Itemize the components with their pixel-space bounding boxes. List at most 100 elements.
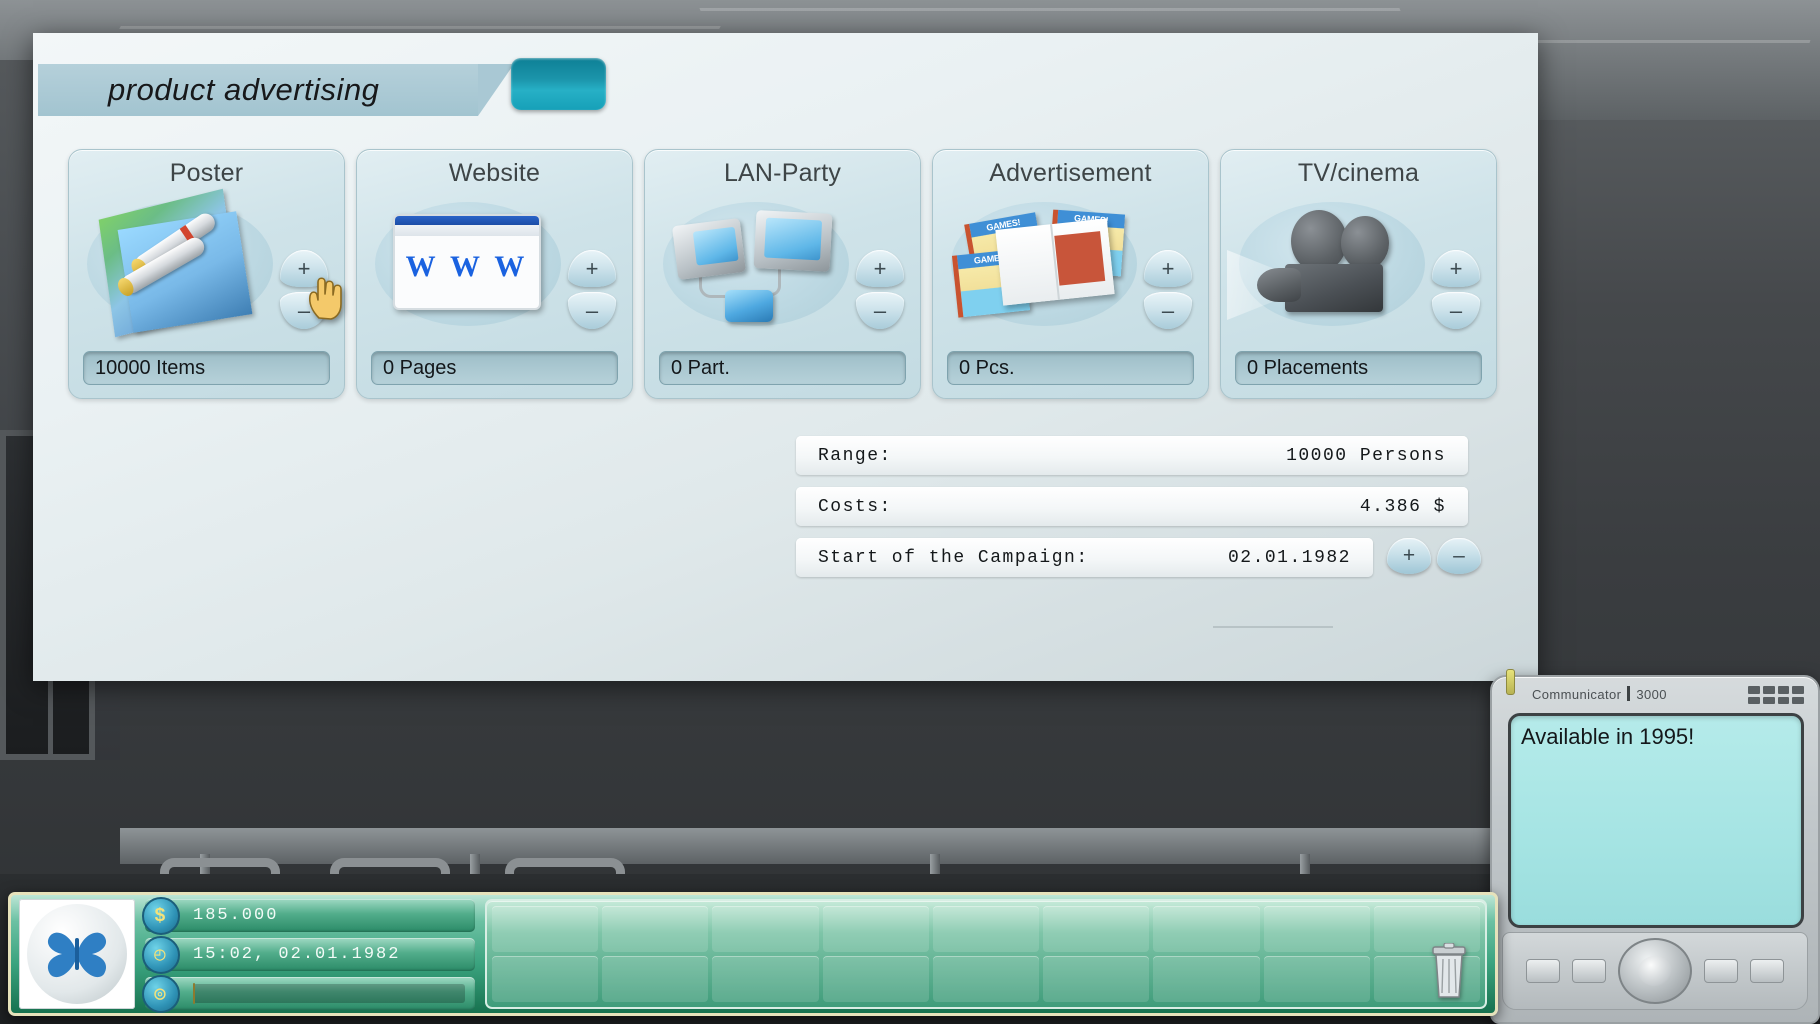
communicator-button-3[interactable]	[1704, 959, 1738, 983]
inventory-slot[interactable]	[712, 956, 818, 1002]
avatar[interactable]	[19, 899, 135, 1009]
card-value: 0 Part.	[659, 351, 906, 385]
card-value: 0 Pcs.	[947, 351, 1194, 385]
inventory-slot[interactable]	[933, 906, 1039, 952]
advertisement-steppers: + –	[1144, 250, 1192, 334]
page-title: product advertising	[108, 72, 379, 108]
lan-party-minus-button[interactable]: –	[856, 292, 904, 329]
campaign-date-minus-button[interactable]: –	[1437, 538, 1481, 574]
communicator-brand-text: Communicator	[1532, 687, 1621, 702]
advertising-options: Poster + – 10000 Items	[68, 149, 1498, 399]
magazine-ad-icon: GAMES! GAMES! GAMES!	[947, 194, 1137, 334]
inventory-slot[interactable]	[1043, 956, 1149, 1002]
inventory-slot[interactable]	[823, 956, 929, 1002]
tv-cinema-minus-button[interactable]: –	[1432, 292, 1480, 329]
lan-party-steppers: + –	[856, 250, 904, 334]
card-title: Poster	[69, 150, 344, 188]
communicator-message: Available in 1995!	[1521, 724, 1791, 750]
game-screen: product advertising Poster + –	[0, 0, 1820, 1024]
communicator-button-4[interactable]	[1750, 959, 1784, 983]
campaign-start-label: Start of the Campaign:	[818, 548, 1089, 568]
inventory-slot[interactable]	[712, 906, 818, 952]
teal-action-button[interactable]	[511, 58, 606, 110]
card-value: 0 Pages	[371, 351, 618, 385]
card-poster[interactable]: Poster + – 10000 Items	[68, 149, 345, 399]
inventory-slot[interactable]	[602, 906, 708, 952]
costs-row: Costs: 4.386 $	[796, 487, 1468, 526]
research-icon: ◎	[142, 975, 180, 1013]
communicator-dpad[interactable]	[1618, 938, 1692, 1004]
clock-icon: ◴	[142, 936, 180, 974]
card-value: 10000 Items	[83, 351, 330, 385]
inventory-slot[interactable]	[602, 956, 708, 1002]
inventory-panel[interactable]	[485, 899, 1487, 1009]
website-minus-button[interactable]: –	[568, 292, 616, 329]
panel-divider	[1213, 626, 1333, 628]
clock-stat: ◴ 15:02, 02.01.1982	[145, 938, 475, 971]
research-progress-stat: ◎	[145, 977, 475, 1010]
poster-icon	[83, 194, 273, 334]
card-lan-party[interactable]: LAN-Party + – 0 Part.	[644, 149, 921, 399]
communicator-model-text: 3000	[1636, 687, 1667, 702]
card-advertisement[interactable]: Advertisement GAMES! GAMES! GAMES! +	[932, 149, 1209, 399]
clock-value: 15:02, 02.01.1982	[193, 945, 400, 964]
progress-fill	[193, 983, 195, 1004]
office-plant	[1736, 140, 1820, 760]
inventory-slot[interactable]	[492, 906, 598, 952]
card-website[interactable]: Website W W W + – 0 Pages	[356, 149, 633, 399]
costs-value: 4.386 $	[1360, 497, 1446, 517]
communicator-keypad	[1502, 932, 1808, 1010]
website-www-icon: W W W	[371, 194, 561, 334]
communicator-screen[interactable]: Available in 1995!	[1508, 713, 1804, 928]
trash-can-icon[interactable]	[1427, 943, 1471, 999]
lan-party-icon	[659, 194, 849, 334]
costs-label: Costs:	[818, 497, 892, 517]
website-plus-button[interactable]: +	[568, 250, 616, 287]
lan-party-plus-button[interactable]: +	[856, 250, 904, 287]
inventory-slot[interactable]	[1264, 906, 1370, 952]
inventory-slot[interactable]	[1043, 906, 1149, 952]
range-row: Range: 10000 Persons	[796, 436, 1468, 475]
card-title: Website	[357, 150, 632, 188]
tv-cinema-plus-button[interactable]: +	[1432, 250, 1480, 287]
campaign-start-value: 02.01.1982	[1228, 548, 1351, 568]
communicator-header: Communicator 3000	[1492, 677, 1818, 711]
card-title: TV/cinema	[1221, 150, 1496, 188]
advertising-panel: product advertising Poster + –	[33, 33, 1538, 681]
card-value: 0 Placements	[1235, 351, 1482, 385]
communicator-button-1[interactable]	[1526, 959, 1560, 983]
hand-cursor-pointer	[305, 274, 347, 320]
status-bar: $ 185.000 ◴ 15:02, 02.01.1982 ◎	[8, 892, 1498, 1016]
panel-titlebar: product advertising	[38, 64, 478, 116]
inventory-slot[interactable]	[823, 906, 929, 952]
campaign-summary: Range: 10000 Persons Costs: 4.386 $ Star…	[796, 436, 1468, 589]
inventory-slot[interactable]	[1264, 956, 1370, 1002]
card-title: Advertisement	[933, 150, 1208, 188]
advertisement-plus-button[interactable]: +	[1144, 250, 1192, 287]
communicator-device[interactable]: Communicator 3000 Available in 1995!	[1490, 675, 1820, 1024]
butterfly-logo	[42, 926, 112, 982]
campaign-start-row: Start of the Campaign: 02.01.1982	[796, 538, 1373, 577]
progress-track	[193, 984, 465, 1003]
inventory-slot[interactable]	[492, 956, 598, 1002]
card-title: LAN-Party	[645, 150, 920, 188]
film-projector-icon	[1235, 194, 1425, 334]
money-icon: $	[142, 897, 180, 935]
inventory-slot[interactable]	[1153, 956, 1259, 1002]
www-text: W W W	[395, 250, 539, 284]
advertisement-minus-button[interactable]: –	[1144, 292, 1192, 329]
range-label: Range:	[818, 446, 892, 466]
inventory-slot[interactable]	[933, 956, 1039, 1002]
campaign-date-plus-button[interactable]: +	[1387, 538, 1431, 574]
website-steppers: + –	[568, 250, 616, 334]
player-stats: $ 185.000 ◴ 15:02, 02.01.1982 ◎	[145, 899, 475, 1010]
antenna-icon	[1506, 669, 1515, 695]
money-stat: $ 185.000	[145, 899, 475, 932]
inventory-grid	[492, 906, 1480, 1002]
money-value: 185.000	[193, 906, 278, 925]
inventory-slot[interactable]	[1153, 906, 1259, 952]
tv-cinema-steppers: + –	[1432, 250, 1480, 334]
range-value: 10000 Persons	[1286, 446, 1446, 466]
communicator-button-2[interactable]	[1572, 959, 1606, 983]
card-tv-cinema[interactable]: TV/cinema + – 0 Placements	[1220, 149, 1497, 399]
